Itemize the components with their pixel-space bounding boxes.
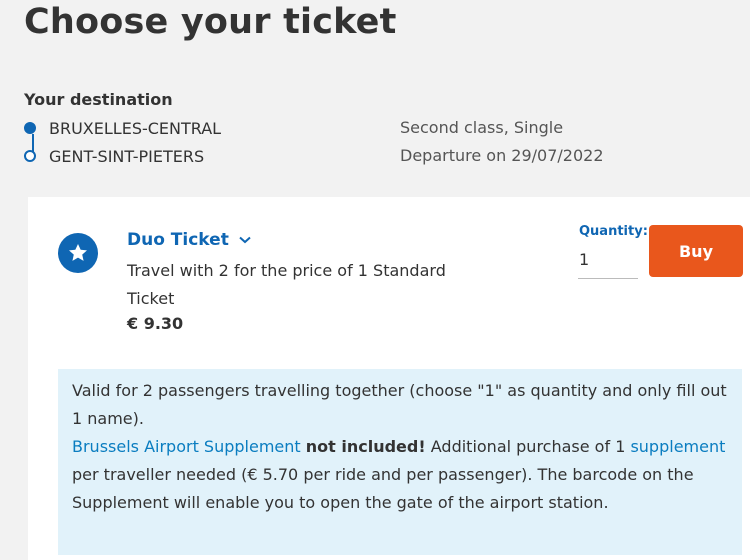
destination-label: Your destination [24, 90, 173, 109]
ticket-info-box: Valid for 2 passengers travelling togeth… [58, 369, 742, 555]
trip-info: Second class, Single Departure on 29/07/… [400, 118, 604, 174]
buy-button[interactable]: Buy [649, 225, 743, 277]
info-validity-text: Valid for 2 passengers travelling togeth… [72, 381, 727, 428]
info-purchase-text-1: Additional purchase of 1 [425, 437, 631, 456]
ticket-price: € 9.30 [127, 314, 184, 333]
page-title: Choose your ticket [24, 2, 397, 42]
travel-class: Second class, Single [400, 118, 564, 137]
destination-dot-icon [24, 150, 36, 162]
origin-stop: BRUXELLES-CENTRAL [24, 118, 221, 138]
ticket-name: Duo Ticket [127, 230, 229, 250]
route: BRUXELLES-CENTRAL GENT-SINT-PIETERS [24, 118, 324, 178]
destination-stop: GENT-SINT-PIETERS [24, 146, 204, 166]
quantity-input[interactable] [578, 241, 638, 279]
info-purchase-text-2: per traveller needed (€ 5.70 per ride an… [72, 465, 694, 512]
quantity-label: Quantity: [579, 224, 648, 239]
star-icon [58, 233, 98, 273]
ticket-card: Duo Ticket Travel with 2 for the price o… [28, 197, 750, 560]
ticket-name-toggle[interactable]: Duo Ticket [127, 230, 251, 250]
destination-station: GENT-SINT-PIETERS [49, 146, 205, 166]
chevron-down-icon [239, 236, 251, 244]
departure-date: Departure on 29/07/2022 [400, 146, 604, 165]
origin-dot-icon [24, 122, 36, 134]
ticket-description: Travel with 2 for the price of 1 Standar… [127, 261, 446, 308]
not-included-text: not included! [305, 437, 426, 456]
airport-supplement-link[interactable]: Brussels Airport Supplement [72, 437, 301, 456]
supplement-link[interactable]: supplement [630, 437, 725, 456]
origin-station: BRUXELLES-CENTRAL [49, 118, 222, 138]
